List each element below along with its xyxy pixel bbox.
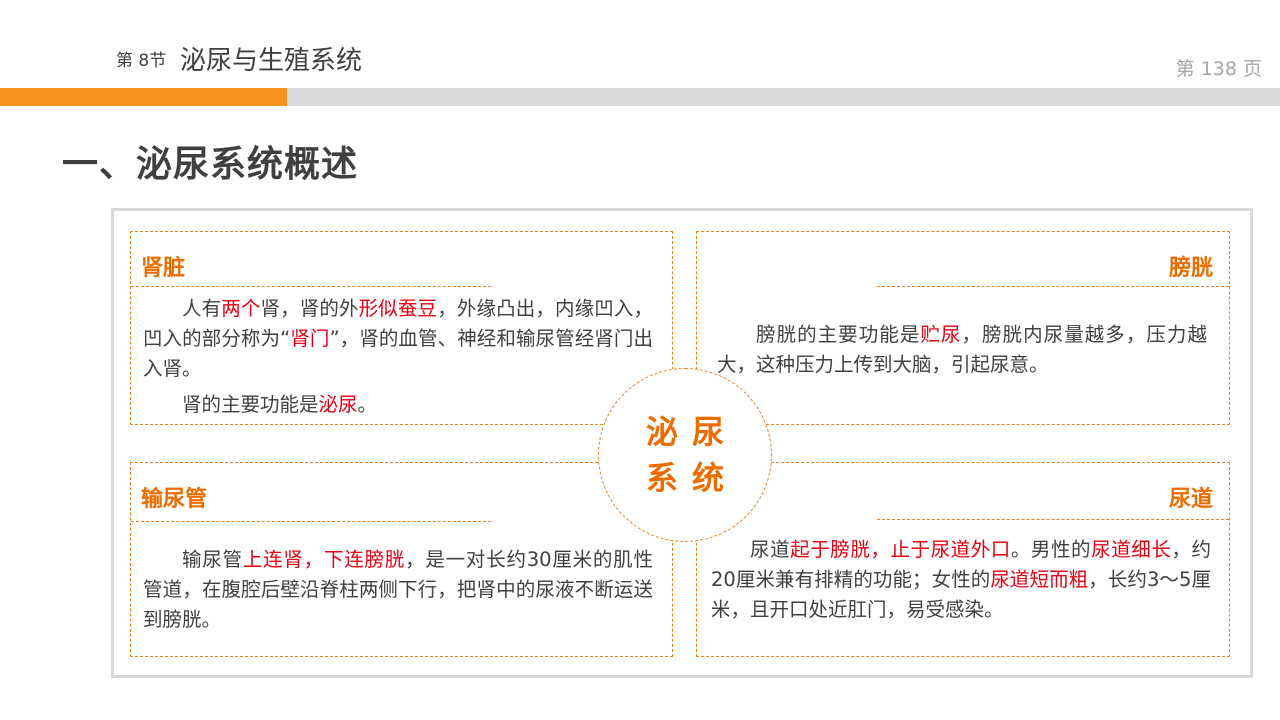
page-number: 第 138 页 [1175, 58, 1262, 80]
center-label-line-2: 系统 [645, 459, 738, 497]
header-bar-accent [0, 88, 287, 106]
kidney-paragraph-1: 人有两个肾，肾的外形似蚕豆，外缘凸出，内缘凹入，凹入的部分称为“肾门”，肾的血管… [143, 297, 653, 380]
card-title-urethra: 尿道 [1168, 487, 1213, 512]
header-bar [287, 88, 1280, 106]
ureter-paragraph-1: 输尿管上连肾，下连膀胱，是一对长约30厘米的肌性管道，在腹腔后壁沿脊柱两侧下行，… [143, 548, 653, 631]
card-title-rule [131, 521, 491, 522]
bladder-paragraph-1: 膀胱的主要功能是贮尿，膀胱内尿量越多，压力越大，这种压力上传到大脑，引起尿意。 [717, 323, 1207, 376]
center-label-line-1: 泌尿 [645, 413, 738, 451]
card-bladder: 膀胱 膀胱的主要功能是贮尿，膀胱内尿量越多，压力越大，这种压力上传到大脑，引起尿… [696, 231, 1230, 425]
card-kidney: 肾脏 人有两个肾，肾的外形似蚕豆，外缘凸出，内缘凹入，凹入的部分称为“肾门”，肾… [130, 231, 673, 425]
card-ureter: 输尿管 输尿管上连肾，下连膀胱，是一对长约30厘米的肌性管道，在腹腔后壁沿脊柱两… [130, 462, 673, 657]
card-title-rule [877, 519, 1229, 520]
card-title-kidney: 肾脏 [141, 256, 186, 281]
card-body-ureter: 输尿管上连肾，下连膀胱，是一对长约30厘米的肌性管道，在腹腔后壁沿脊柱两侧下行，… [143, 545, 653, 635]
chapter-title: 泌尿与生殖系统 [180, 46, 363, 76]
card-body-urethra: 尿道起于膀胱，止于尿道外口。男性的尿道细长，约20厘米兼有排精的功能；女性的尿道… [711, 535, 1211, 625]
card-title-rule [877, 286, 1229, 287]
card-title-ureter: 输尿管 [141, 487, 208, 512]
section-heading: 一、泌尿系统概述 [62, 144, 359, 185]
urethra-paragraph-1: 尿道起于膀胱，止于尿道外口。男性的尿道细长，约20厘米兼有排精的功能；女性的尿道… [711, 538, 1211, 621]
card-body-kidney: 人有两个肾，肾的外形似蚕豆，外缘凸出，内缘凹入，凹入的部分称为“肾门”，肾的血管… [143, 294, 653, 420]
card-urethra: 尿道 尿道起于膀胱，止于尿道外口。男性的尿道细长，约20厘米兼有排精的功能；女性… [696, 462, 1230, 657]
card-body-bladder: 膀胱的主要功能是贮尿，膀胱内尿量越多，压力越大，这种压力上传到大脑，引起尿意。 [717, 320, 1207, 380]
kidney-paragraph-2: 肾的主要功能是泌尿。 [182, 393, 378, 416]
card-title-rule [131, 286, 491, 287]
chapter-number: 第 8节 [116, 51, 167, 71]
card-title-bladder: 膀胱 [1168, 256, 1213, 281]
center-circle: 泌尿 系统 [598, 368, 772, 542]
